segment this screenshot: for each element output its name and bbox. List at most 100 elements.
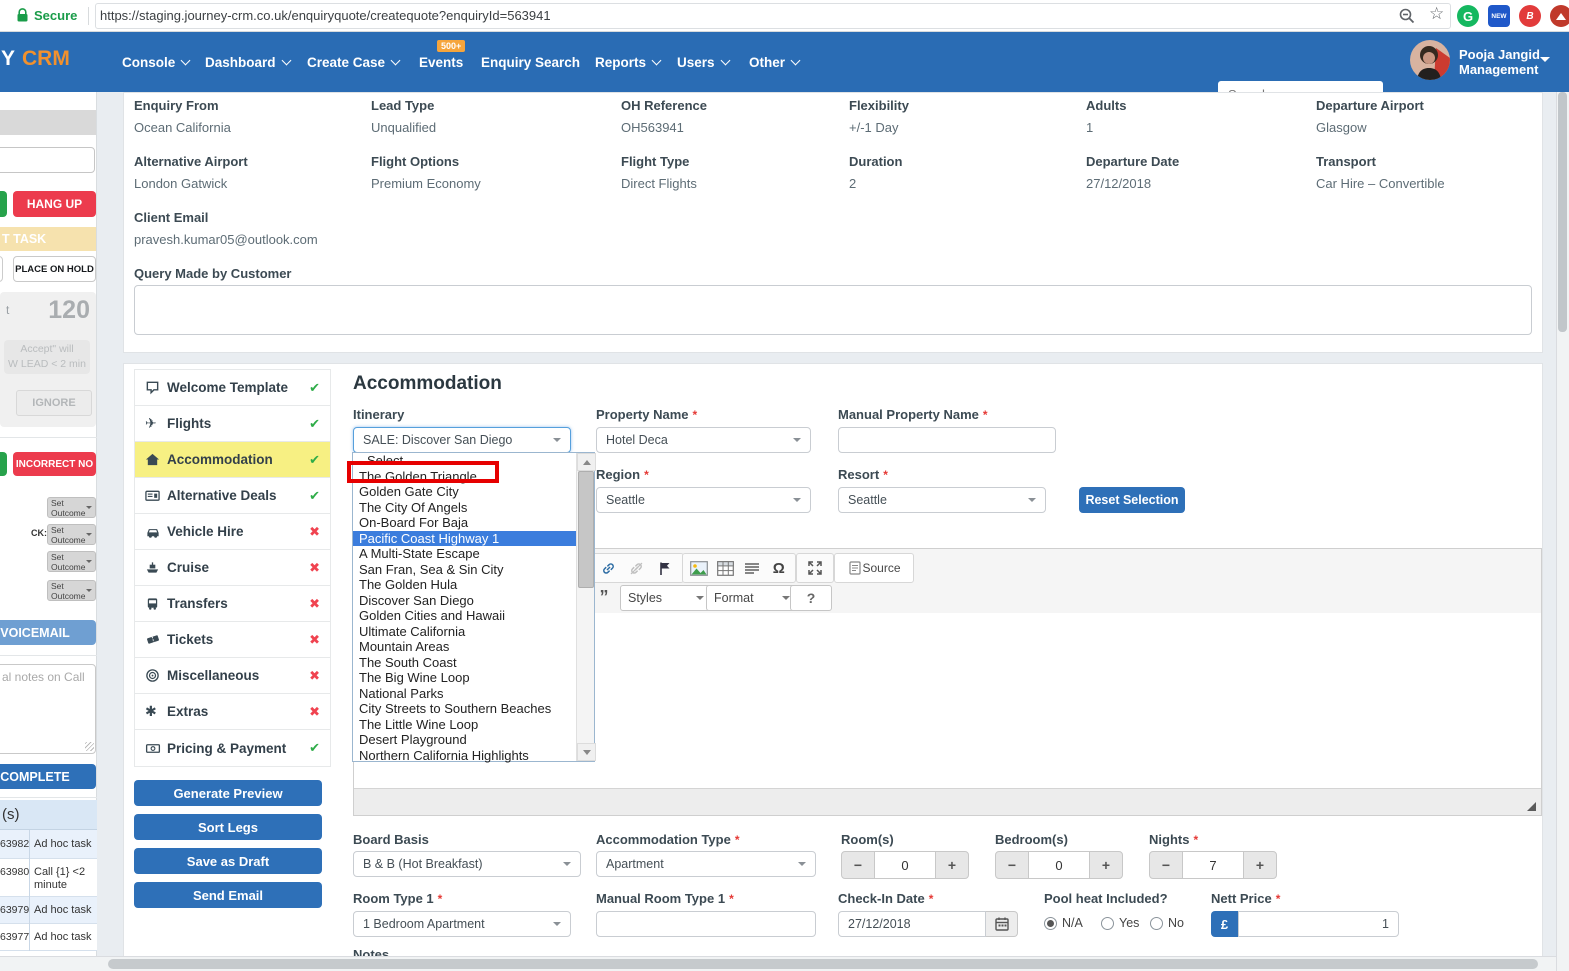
ignore-button[interactable]: IGNORE: [16, 390, 92, 416]
avatar[interactable]: [1410, 40, 1450, 85]
horizontal-scrollbar-thumb[interactable]: [108, 959, 1538, 969]
incorrect-no-button[interactable]: INCORRECT NO: [13, 452, 96, 476]
pool-heat-no-option[interactable]: No: [1150, 916, 1184, 930]
dropdown-option[interactable]: The City Of Angels: [353, 500, 579, 516]
sidebar-item-miscellaneous[interactable]: Miscellaneous ✖: [135, 658, 330, 694]
user-menu[interactable]: Pooja Jangid Management: [1459, 47, 1540, 77]
clipped-gray-button[interactable]: [0, 110, 96, 135]
sidebar-item-extras[interactable]: ✱ Extras ✖: [135, 694, 330, 730]
room-type-select[interactable]: 1 Bedroom Apartment: [353, 911, 571, 937]
horizontal-rule-icon[interactable]: [740, 556, 764, 580]
resort-select[interactable]: Seattle: [838, 487, 1046, 513]
hang-up-button[interactable]: HANG UP: [13, 191, 96, 217]
pool-heat-na-option[interactable]: N/A: [1044, 916, 1083, 930]
sidebar-item-transfers[interactable]: Transfers ✖: [135, 586, 330, 622]
dropdown-option[interactable]: Golden Gate City: [353, 484, 579, 500]
blockquote-icon[interactable]: ”: [592, 585, 616, 609]
dropdown-option[interactable]: Discover San Diego: [353, 593, 579, 609]
table-row[interactable]: 63982 Ad hoc task: [0, 830, 97, 859]
clipped-input[interactable]: [0, 147, 95, 173]
maximize-icon[interactable]: [803, 556, 827, 580]
nav-dashboard[interactable]: Dashboard: [205, 52, 290, 72]
complete-button[interactable]: COMPLETE: [0, 764, 96, 789]
bedrooms-value[interactable]: 0: [1029, 851, 1089, 879]
clipped-white-button[interactable]: [0, 256, 3, 282]
scroll-down-icon[interactable]: [577, 743, 596, 761]
dropdown-option[interactable]: Mountain Areas: [353, 639, 579, 655]
resize-handle-icon[interactable]: [85, 742, 94, 751]
set-outcome-dropdown-3[interactable]: Set Outcome: [47, 551, 96, 572]
scrollbar-thumb[interactable]: [578, 471, 594, 588]
dropdown-option[interactable]: The Big Wine Loop: [353, 670, 579, 686]
save-as-draft-button[interactable]: Save as Draft: [134, 848, 322, 874]
nav-console[interactable]: Console: [122, 52, 189, 72]
styles-dropdown[interactable]: Styles: [620, 585, 712, 611]
accept-button-fragment[interactable]: [0, 191, 7, 217]
table-row[interactable]: 63980 Call {1} <2 minute: [0, 859, 97, 897]
region-select[interactable]: Seattle: [596, 487, 811, 513]
grammarly-extension-icon[interactable]: G: [1457, 5, 1479, 27]
special-character-icon[interactable]: Ω: [767, 556, 791, 580]
radio-icon[interactable]: [1101, 917, 1114, 930]
table-icon[interactable]: [714, 556, 738, 580]
sidebar-item-alternative-deals[interactable]: Alternative Deals ✔: [135, 478, 330, 514]
place-on-hold-button[interactable]: PLACE ON HOLD: [13, 256, 96, 282]
vertical-scrollbar-thumb[interactable]: [1558, 92, 1567, 332]
dropdown-option-selected[interactable]: Pacific Coast Highway 1: [353, 531, 579, 547]
set-outcome-dropdown-2[interactable]: Set Outcome: [47, 524, 96, 545]
dropdown-option[interactable]: Desert Playground: [353, 732, 579, 748]
radio-icon[interactable]: [1044, 917, 1057, 930]
table-row[interactable]: 63977 Ad hoc task: [0, 924, 97, 951]
zoom-out-icon[interactable]: [1398, 7, 1416, 30]
radio-icon[interactable]: [1150, 917, 1163, 930]
sidebar-item-flights[interactable]: ✈ Flights ✔: [135, 406, 330, 442]
dropdown-option[interactable]: On-Board For Baja: [353, 515, 579, 531]
set-outcome-dropdown-4[interactable]: Set Outcome: [47, 580, 96, 601]
dropdown-option[interactable]: National Parks: [353, 686, 579, 702]
dropdown-option[interactable]: Ultimate California: [353, 624, 579, 640]
board-basis-select[interactable]: B & B (Hot Breakfast): [353, 851, 581, 877]
plus-button[interactable]: +: [1089, 851, 1123, 879]
bookmark-star-icon[interactable]: ☆: [1429, 4, 1444, 24]
dropdown-scrollbar[interactable]: [576, 453, 594, 761]
update-extension-icon[interactable]: [1550, 5, 1569, 27]
chevron-down-icon[interactable]: [1540, 57, 1550, 67]
pool-heat-yes-option[interactable]: Yes: [1101, 916, 1139, 930]
sidebar-item-vehicle-hire[interactable]: Vehicle Hire ✖: [135, 514, 330, 550]
manual-property-name-input[interactable]: [838, 427, 1056, 453]
set-outcome-dropdown-1[interactable]: Set Outcome: [47, 497, 96, 518]
dropdown-option[interactable]: The South Coast: [353, 655, 579, 671]
table-row[interactable]: 63979 Ad hoc task: [0, 897, 97, 924]
correct-button-fragment[interactable]: [0, 452, 7, 476]
send-email-button[interactable]: Send Email: [134, 882, 322, 908]
nav-other[interactable]: Other: [749, 52, 799, 72]
blocker-extension-icon[interactable]: B: [1519, 5, 1541, 27]
itinerary-select[interactable]: SALE: Discover San Diego: [353, 427, 571, 453]
sidebar-item-cruise[interactable]: Cruise ✖: [135, 550, 330, 586]
nett-price-input[interactable]: 1: [1238, 911, 1399, 937]
dropdown-option[interactable]: The Little Wine Loop: [353, 717, 579, 733]
nav-users[interactable]: Users: [677, 52, 729, 72]
new-extension-icon[interactable]: NEW: [1488, 5, 1510, 27]
sidebar-item-tickets[interactable]: Tickets ✖: [135, 622, 330, 658]
resize-handle-icon[interactable]: [1527, 802, 1536, 811]
sidebar-item-pricing-payment[interactable]: Pricing & Payment ✔: [135, 730, 330, 766]
sidebar-item-welcome-template[interactable]: Welcome Template ✔: [135, 370, 330, 406]
link-icon[interactable]: [596, 556, 620, 580]
minus-button[interactable]: −: [1149, 851, 1183, 879]
query-textbox[interactable]: [134, 285, 1532, 335]
sort-legs-button[interactable]: Sort Legs: [134, 814, 322, 840]
accommodation-type-select[interactable]: Apartment: [596, 851, 816, 877]
property-name-select[interactable]: Hotel Deca: [596, 427, 811, 453]
generate-preview-button[interactable]: Generate Preview: [134, 780, 322, 806]
source-button[interactable]: Source: [862, 561, 900, 575]
reset-selection-button[interactable]: Reset Selection: [1079, 487, 1185, 513]
dropdown-option[interactable]: Golden Cities and Hawaii: [353, 608, 579, 624]
voicemail-button[interactable]: VOICEMAIL: [0, 620, 96, 645]
nights-value[interactable]: 7: [1183, 851, 1243, 879]
url-text[interactable]: https://staging.journey-crm.co.uk/enquir…: [100, 8, 551, 23]
nav-events[interactable]: Events: [419, 52, 463, 72]
about-button[interactable]: ?: [790, 585, 832, 611]
manual-room-type-input[interactable]: [596, 911, 816, 937]
sidebar-item-accommodation[interactable]: Accommodation ✔: [135, 442, 330, 478]
